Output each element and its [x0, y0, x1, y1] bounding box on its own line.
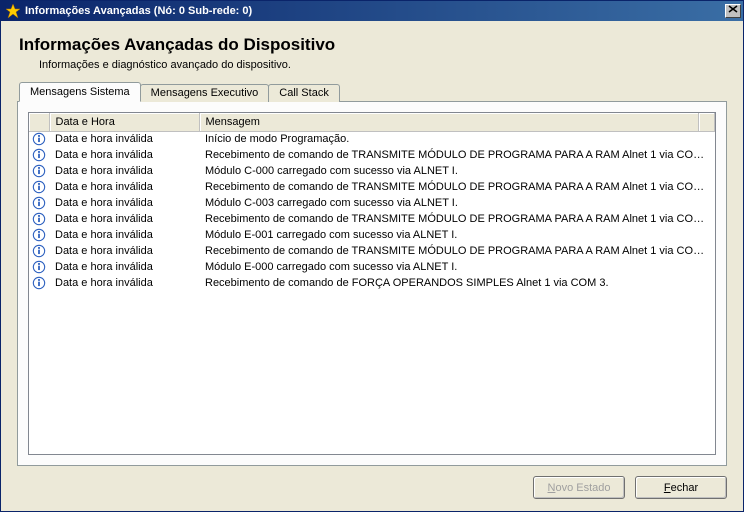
table-empty-area: [29, 291, 715, 454]
dialog-window: Informações Avançadas (Nó: 0 Sub-rede: 0…: [0, 0, 744, 512]
titlebar: Informações Avançadas (Nó: 0 Sub-rede: 0…: [1, 1, 743, 21]
table-row[interactable]: Data e hora inválidaRecebimento de coman…: [29, 275, 715, 291]
content-area: Informações Avançadas do Dispositivo Inf…: [1, 21, 743, 511]
cell-date: Data e hora inválida: [49, 259, 199, 275]
info-icon: [29, 147, 49, 163]
cell-date: Data e hora inválida: [49, 179, 199, 195]
info-icon: [29, 275, 49, 291]
message-table: Data e Hora Mensagem Data e hora inválid…: [28, 112, 716, 455]
table-row[interactable]: Data e hora inválidaInício de modo Progr…: [29, 131, 715, 147]
cell-message: Recebimento de comando de TRANSMITE MÓDU…: [199, 147, 715, 163]
button-row: Novo Estado Fechar: [17, 466, 727, 499]
info-icon: [29, 243, 49, 259]
app-icon: [5, 3, 21, 19]
cell-date: Data e hora inválida: [49, 163, 199, 179]
page-title: Informações Avançadas do Dispositivo: [19, 35, 725, 55]
table-row[interactable]: Data e hora inválidaRecebimento de coman…: [29, 179, 715, 195]
info-icon: [29, 131, 49, 147]
cell-message: Módulo E-000 carregado com sucesso via A…: [199, 259, 715, 275]
close-button[interactable]: [725, 4, 741, 18]
cell-message: Recebimento de comando de TRANSMITE MÓDU…: [199, 243, 715, 259]
cell-date: Data e hora inválida: [49, 275, 199, 291]
info-icon: [29, 259, 49, 275]
table-row[interactable]: Data e hora inválidaRecebimento de coman…: [29, 211, 715, 227]
cell-date: Data e hora inválida: [49, 227, 199, 243]
cell-message: Recebimento de comando de TRANSMITE MÓDU…: [199, 211, 715, 227]
tab-panel: Data e Hora Mensagem Data e hora inválid…: [17, 101, 727, 466]
info-icon: [29, 195, 49, 211]
table-row[interactable]: Data e hora inválidaMódulo E-001 carrega…: [29, 227, 715, 243]
cell-message: Recebimento de comando de FORÇA OPERANDO…: [199, 275, 715, 291]
page-subtitle: Informações e diagnóstico avançado do di…: [19, 55, 725, 71]
tab-call-stack[interactable]: Call Stack: [268, 84, 340, 102]
tab-mensagens-sistema[interactable]: Mensagens Sistema: [19, 82, 141, 102]
col-header-scroll: [699, 113, 715, 131]
cell-date: Data e hora inválida: [49, 195, 199, 211]
col-header-date[interactable]: Data e Hora: [49, 113, 199, 131]
info-icon: [29, 179, 49, 195]
table-row[interactable]: Data e hora inválidaMódulo E-000 carrega…: [29, 259, 715, 275]
cell-date: Data e hora inválida: [49, 131, 199, 147]
col-header-message[interactable]: Mensagem: [199, 113, 699, 131]
table-header-row: Data e Hora Mensagem: [29, 113, 715, 131]
cell-message: Módulo C-003 carregado com sucesso via A…: [199, 195, 715, 211]
cell-message: Início de modo Programação.: [199, 131, 715, 147]
cell-message: Módulo E-001 carregado com sucesso via A…: [199, 227, 715, 243]
header-block: Informações Avançadas do Dispositivo Inf…: [17, 31, 727, 81]
novo-estado-button[interactable]: Novo Estado: [533, 476, 625, 499]
table-row[interactable]: Data e hora inválidaMódulo C-000 carrega…: [29, 163, 715, 179]
cell-date: Data e hora inválida: [49, 147, 199, 163]
cell-date: Data e hora inválida: [49, 211, 199, 227]
info-icon: [29, 163, 49, 179]
window-title: Informações Avançadas (Nó: 0 Sub-rede: 0…: [25, 5, 725, 17]
table-row[interactable]: Data e hora inválidaMódulo C-003 carrega…: [29, 195, 715, 211]
tab-container: Mensagens Sistema Mensagens Executivo Ca…: [17, 81, 727, 466]
table-row[interactable]: Data e hora inválidaRecebimento de coman…: [29, 147, 715, 163]
info-icon: [29, 227, 49, 243]
info-icon: [29, 211, 49, 227]
tab-mensagens-executivo[interactable]: Mensagens Executivo: [140, 84, 270, 102]
cell-message: Recebimento de comando de TRANSMITE MÓDU…: [199, 179, 715, 195]
col-header-icon[interactable]: [29, 113, 49, 131]
cell-date: Data e hora inválida: [49, 243, 199, 259]
tab-strip: Mensagens Sistema Mensagens Executivo Ca…: [17, 81, 727, 101]
table-row[interactable]: Data e hora inválidaRecebimento de coman…: [29, 243, 715, 259]
fechar-button[interactable]: Fechar: [635, 476, 727, 499]
cell-message: Módulo C-000 carregado com sucesso via A…: [199, 163, 715, 179]
